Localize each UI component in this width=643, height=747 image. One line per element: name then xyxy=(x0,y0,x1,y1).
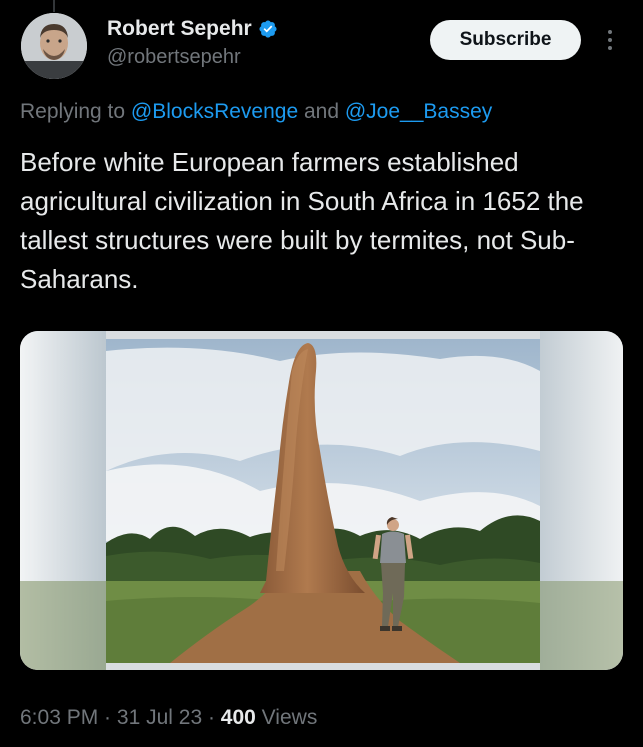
meta-separator: · xyxy=(202,706,221,729)
subscribe-button[interactable]: Subscribe xyxy=(430,20,581,60)
author-block: Robert Sepehr @robertsepehr xyxy=(107,16,278,69)
tweet-media[interactable] xyxy=(20,331,623,670)
mention-link-blocksrevenge[interactable]: @BlocksRevenge xyxy=(131,100,298,123)
tweet-meta: 6:03 PM · 31 Jul 23 · 400 Views xyxy=(20,704,317,732)
mention-link-joe-bassey[interactable]: @Joe__Bassey xyxy=(345,100,492,123)
verified-badge-icon[interactable] xyxy=(258,19,278,39)
tweet-text: Before white European farmers establishe… xyxy=(20,147,584,294)
author-handle[interactable]: @robertsepehr xyxy=(107,45,278,69)
more-vertical-icon[interactable] xyxy=(600,26,620,54)
views-count: 400 xyxy=(220,706,256,729)
thread-connector-line xyxy=(53,0,55,12)
replying-to-line: Replying to @BlocksRevenge and @Joe__Bas… xyxy=(20,98,492,126)
views-label: Views xyxy=(255,706,318,729)
avatar-image xyxy=(21,13,87,79)
tweet-date[interactable]: 31 Jul 23 xyxy=(117,706,202,729)
tweet-time[interactable]: 6:03 PM xyxy=(20,706,98,729)
avatar[interactable] xyxy=(21,13,87,79)
replying-prefix: Replying to xyxy=(20,100,131,123)
author-name-row: Robert Sepehr xyxy=(107,16,278,42)
meta-separator: · xyxy=(98,706,117,729)
replying-conjunction: and xyxy=(298,100,345,123)
termite-mound-photo xyxy=(20,331,623,670)
author-display-name[interactable]: Robert Sepehr xyxy=(107,16,252,42)
